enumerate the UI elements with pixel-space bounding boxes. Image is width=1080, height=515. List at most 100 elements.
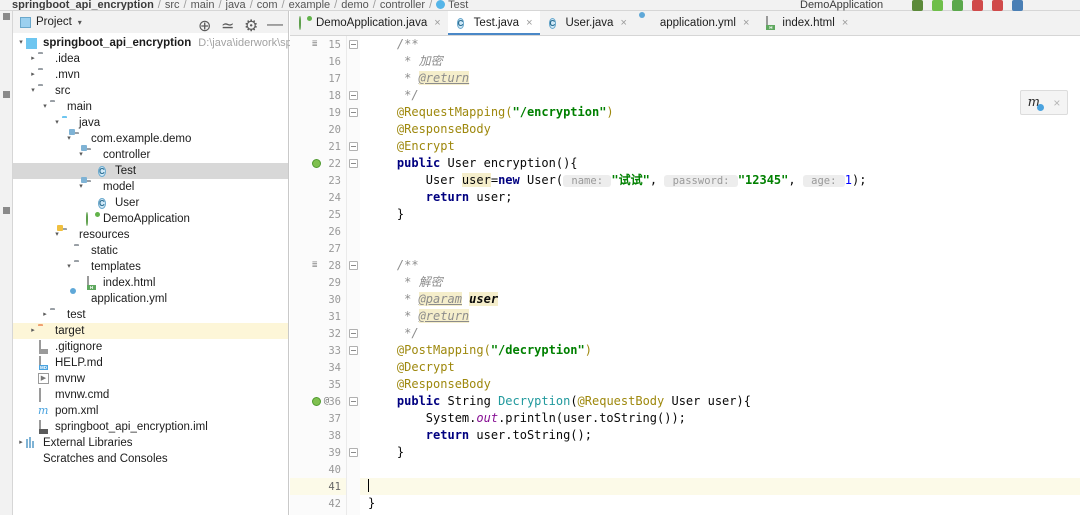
code-line-29[interactable]: * 解密 xyxy=(360,274,1080,291)
maven-icon[interactable]: m xyxy=(1028,96,1040,109)
tree-row-resources[interactable]: ▾resources xyxy=(13,227,288,243)
editor-tab-test-java[interactable]: CTest.java× xyxy=(448,11,540,35)
fold-collapse-icon[interactable] xyxy=(349,261,358,270)
fold-slot-33[interactable] xyxy=(347,342,360,359)
close-icon[interactable]: × xyxy=(620,17,626,29)
code-line-35[interactable]: @ResponseBody xyxy=(360,376,1080,393)
code-line-34[interactable]: @Decrypt xyxy=(360,359,1080,376)
chevron-down-icon[interactable]: ▾ xyxy=(40,99,50,115)
debug-icon[interactable] xyxy=(932,0,943,11)
line-number-29[interactable]: 29 xyxy=(290,274,346,291)
search-everywhere-icon[interactable] xyxy=(1012,0,1023,11)
chevron-down-icon[interactable]: ▾ xyxy=(78,18,82,27)
tree-row--idea[interactable]: ▸.idea xyxy=(13,51,288,67)
tree-row--gitignore[interactable]: .gitignore xyxy=(13,339,288,355)
code-line-41[interactable] xyxy=(360,478,1080,495)
tree-row-java[interactable]: ▾java xyxy=(13,115,288,131)
stop-icon[interactable] xyxy=(992,0,1003,11)
breadcrumb-current-file[interactable]: Test xyxy=(448,0,468,11)
close-icon[interactable]: × xyxy=(743,17,749,29)
profile-icon[interactable] xyxy=(972,0,983,11)
run-icon[interactable] xyxy=(912,0,923,11)
code-line-36[interactable]: public String Decryption(@RequestBody Us… xyxy=(360,393,1080,410)
breadcrumb-segment-com[interactable]: com xyxy=(257,0,278,11)
project-tree[interactable]: ▾springboot_api_encryptionD:\java\iderwo… xyxy=(13,33,288,467)
tree-row-src[interactable]: ▾src xyxy=(13,83,288,99)
line-number-20[interactable]: 20 xyxy=(290,121,346,138)
code-line-16[interactable]: * 加密 xyxy=(360,53,1080,70)
run-configuration-selector[interactable]: DemoApplication xyxy=(800,0,883,11)
code-line-27[interactable] xyxy=(360,240,1080,257)
project-panel-header[interactable]: Project ▾ ⊕ ≃ ⚙ — xyxy=(13,11,288,33)
gutter-icons[interactable]: @ xyxy=(312,397,331,406)
editor-tab-demoapplication-java[interactable]: DemoApplication.java× xyxy=(290,11,448,35)
breadcrumb-segment-example[interactable]: example xyxy=(289,0,331,11)
tree-row-pom-xml[interactable]: mpom.xml xyxy=(13,403,288,419)
line-number-39[interactable]: 39 xyxy=(290,444,346,461)
fold-collapse-icon[interactable] xyxy=(349,108,358,117)
fold-collapse-icon[interactable] xyxy=(349,159,358,168)
chevron-right-icon[interactable]: ▸ xyxy=(28,323,38,339)
chevron-down-icon[interactable]: ▾ xyxy=(64,259,74,275)
tree-row-test[interactable]: ▸test xyxy=(13,307,288,323)
editor-tab-application-yml[interactable]: application.yml× xyxy=(634,11,757,35)
tree-row-main[interactable]: ▾main xyxy=(13,99,288,115)
breadcrumb-separator[interactable]: / xyxy=(429,0,432,11)
tree-row-help-md[interactable]: MDHELP.md xyxy=(13,355,288,371)
tree-row-mvnw-cmd[interactable]: mvnw.cmd xyxy=(13,387,288,403)
fold-slot-21[interactable] xyxy=(347,138,360,155)
code-editor[interactable]: ≣15161718192021222324252627≣282930313233… xyxy=(290,36,1080,515)
tree-row-external-libraries[interactable]: ▸External Libraries xyxy=(13,435,288,451)
fold-slot-39[interactable] xyxy=(347,444,360,461)
tree-row-templates[interactable]: ▾templates xyxy=(13,259,288,275)
code-line-30[interactable]: * @param user xyxy=(360,291,1080,308)
fold-slot-22[interactable] xyxy=(347,155,360,172)
fold-collapse-icon[interactable] xyxy=(349,329,358,338)
line-number-24[interactable]: 24 xyxy=(290,189,346,206)
breadcrumb-separator[interactable]: / xyxy=(250,0,253,11)
collapse-all-icon[interactable]: ≃ xyxy=(221,16,233,28)
tree-row-model[interactable]: ▾model xyxy=(13,179,288,195)
breadcrumb-separator[interactable]: / xyxy=(158,0,161,11)
line-number-31[interactable]: 31 xyxy=(290,308,346,325)
fold-collapse-icon[interactable] xyxy=(349,346,358,355)
close-icon[interactable]: × xyxy=(1053,96,1060,110)
code-line-25[interactable]: } xyxy=(360,206,1080,223)
editor-tab-user-java[interactable]: CUser.java× xyxy=(540,11,634,35)
line-number-35[interactable]: 35 xyxy=(290,376,346,393)
line-number-42[interactable]: 42 xyxy=(290,495,346,512)
line-number-19[interactable]: 19 xyxy=(290,104,346,121)
override-gutter-icon[interactable]: @ xyxy=(322,397,331,406)
editor-tab-bar[interactable]: DemoApplication.java×CTest.java×CUser.ja… xyxy=(290,11,1080,36)
close-icon[interactable]: × xyxy=(842,17,848,29)
breadcrumb-separator[interactable]: / xyxy=(282,0,285,11)
code-line-22[interactable]: public User encryption(){ xyxy=(360,155,1080,172)
tree-row-user[interactable]: CUser xyxy=(13,195,288,211)
breadcrumb-separator[interactable]: / xyxy=(218,0,221,11)
chevron-down-icon[interactable]: ▾ xyxy=(16,35,26,51)
line-number-40[interactable]: 40 xyxy=(290,461,346,478)
code-line-38[interactable]: return user.toString(); xyxy=(360,427,1080,444)
fold-slot-32[interactable] xyxy=(347,325,360,342)
close-icon[interactable]: × xyxy=(434,17,440,29)
chevron-right-icon[interactable]: ▸ xyxy=(28,67,38,83)
fold-collapse-icon[interactable] xyxy=(349,91,358,100)
chevron-right-icon[interactable]: ▸ xyxy=(40,307,50,323)
line-number-36[interactable]: @36 xyxy=(290,393,346,410)
breadcrumb-segment-src[interactable]: src xyxy=(165,0,180,11)
settings-gear-icon[interactable]: ⚙ xyxy=(244,16,256,28)
code-line-28[interactable]: /** xyxy=(360,257,1080,274)
line-number-21[interactable]: 21 xyxy=(290,138,346,155)
line-number-33[interactable]: 33 xyxy=(290,342,346,359)
line-number-22[interactable]: 22 xyxy=(290,155,346,172)
tree-row-springboot-api-encryption-iml[interactable]: springboot_api_encryption.iml xyxy=(13,419,288,435)
web-mapping-gutter-icon[interactable] xyxy=(312,397,321,406)
code-line-39[interactable]: } xyxy=(360,444,1080,461)
code-line-31[interactable]: * @return xyxy=(360,308,1080,325)
breadcrumb-separator[interactable]: / xyxy=(334,0,337,11)
code-line-15[interactable]: /** xyxy=(360,36,1080,53)
chevron-down-icon[interactable]: ▾ xyxy=(28,83,38,99)
line-number-32[interactable]: 32 xyxy=(290,325,346,342)
line-number-27[interactable]: 27 xyxy=(290,240,346,257)
fold-slot-18[interactable] xyxy=(347,87,360,104)
